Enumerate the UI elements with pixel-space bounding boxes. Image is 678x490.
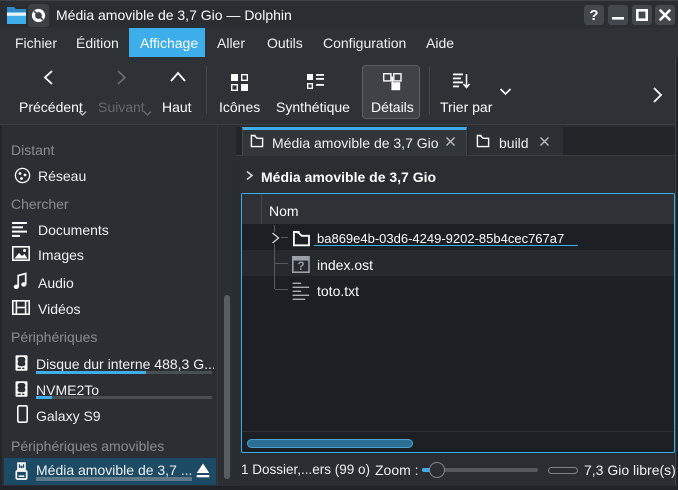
svg-text:?: ? xyxy=(589,7,598,23)
svg-text:?: ? xyxy=(297,261,304,273)
